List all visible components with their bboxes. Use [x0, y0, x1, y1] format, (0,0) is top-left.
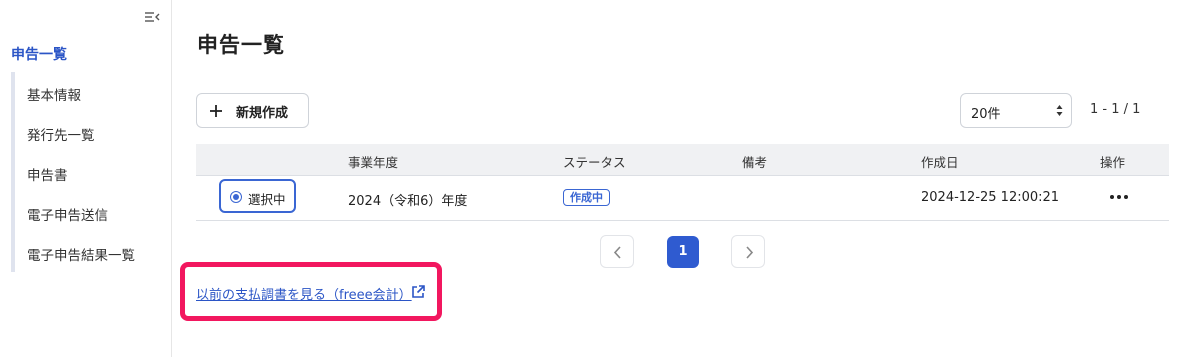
- column-fiscal-year: 事業年度: [348, 155, 399, 170]
- page-number-current[interactable]: 1: [667, 236, 699, 268]
- pagination-range: 1 - 1 / 1: [1090, 102, 1141, 117]
- row-select-label: 選択中: [248, 192, 286, 207]
- table-row: 選択中 2024（令和6）年度 作成中 2024-12-25 12:00:21: [196, 176, 1169, 221]
- sidebar-item-basic-info[interactable]: 基本情報: [27, 84, 81, 104]
- sidebar-collapse-icon[interactable]: [144, 10, 160, 24]
- previous-docs-link[interactable]: 以前の支払調書を見る（freee会計）: [196, 284, 412, 303]
- row-fiscal-year: 2024（令和6）年度: [348, 194, 468, 209]
- column-status: ステータス: [563, 155, 626, 170]
- chevron-left-icon: [613, 246, 621, 259]
- external-link-icon[interactable]: [410, 284, 426, 300]
- sidebar-nav: 基本情報 発行先一覧 申告書 電子申告送信 電子申告結果一覧: [11, 72, 161, 272]
- per-page-value: 20件: [971, 107, 1001, 122]
- sidebar-item-e-filing-send[interactable]: 電子申告送信: [27, 204, 108, 224]
- plus-icon: [210, 105, 222, 117]
- radio-selected-icon: [230, 191, 242, 203]
- page-title: 申告一覧: [197, 33, 285, 57]
- select-arrows-icon: [1056, 105, 1063, 116]
- per-page-select[interactable]: 20件: [960, 93, 1072, 128]
- row-created-at: 2024-12-25 12:00:21: [921, 190, 1060, 205]
- chevron-right-icon: [746, 246, 754, 259]
- column-actions: 操作: [1100, 155, 1126, 170]
- prev-page-button[interactable]: [600, 235, 634, 268]
- sidebar-item-declaration-form[interactable]: 申告書: [27, 164, 68, 184]
- status-badge: 作成中: [563, 189, 610, 206]
- table-header: 事業年度 ステータス 備考 作成日 操作: [196, 144, 1169, 176]
- sidebar: 申告一覧 基本情報 発行先一覧 申告書 電子申告送信 電子申告結果一覧: [0, 0, 172, 357]
- column-note: 備考: [742, 155, 768, 170]
- new-create-label: 新規作成: [236, 106, 289, 121]
- more-options-icon[interactable]: [1108, 188, 1130, 206]
- sidebar-item-issuer-list[interactable]: 発行先一覧: [27, 124, 95, 144]
- sidebar-item-e-filing-results[interactable]: 電子申告結果一覧: [27, 244, 135, 264]
- column-created-at: 作成日: [921, 155, 959, 170]
- sidebar-item-declaration-list[interactable]: 申告一覧: [11, 44, 67, 64]
- next-page-button[interactable]: [731, 235, 765, 268]
- new-create-button[interactable]: 新規作成: [196, 93, 309, 128]
- row-select-radio-button[interactable]: 選択中: [219, 179, 296, 213]
